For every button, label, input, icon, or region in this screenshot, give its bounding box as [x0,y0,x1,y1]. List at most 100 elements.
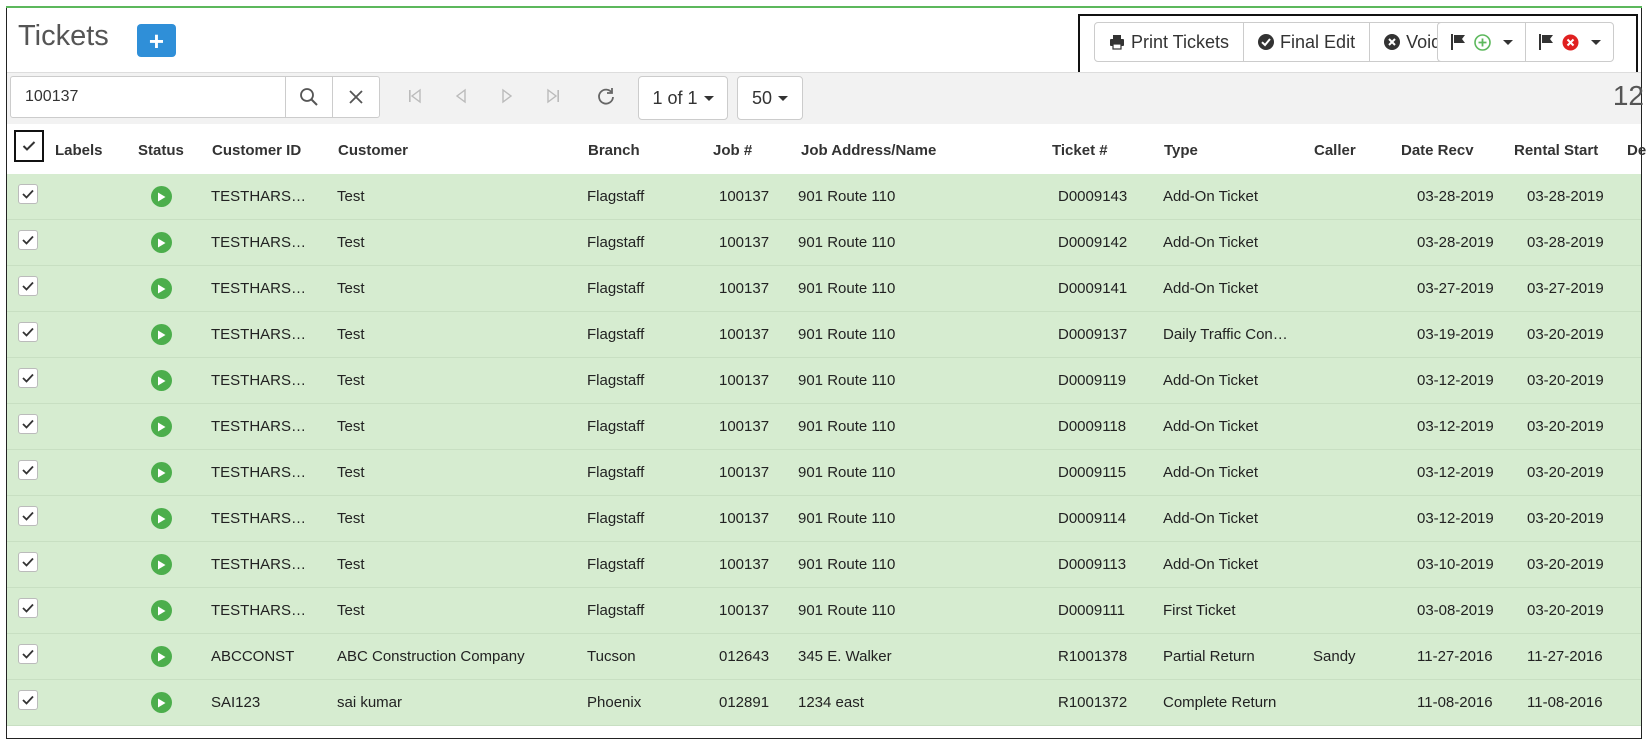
branch-cell: Tucson [587,648,636,665]
ticket-number-cell[interactable]: D0009113 [1058,556,1126,573]
column-header-customer-id[interactable]: Customer ID [212,142,301,159]
ticket-number-cell[interactable]: D0009119 [1058,372,1126,389]
row-checkbox[interactable] [18,690,38,710]
column-header-type[interactable]: Type [1164,142,1198,159]
chevron-down-icon [1503,39,1513,45]
column-header-truncated[interactable]: De [1627,142,1646,159]
date-recv-cell: 03-12-2019 [1417,418,1494,435]
column-header-job-address[interactable]: Job Address/Name [801,142,936,159]
table-row[interactable]: TESTHARS… Test Flagstaff 100137 901 Rout… [7,266,1641,312]
column-header-customer[interactable]: Customer [338,142,408,159]
first-page-button[interactable] [401,82,429,110]
job-address-cell: 901 Route 110 [798,280,896,297]
search-input[interactable]: 100137 [10,76,286,118]
customer-id-cell: TESTHARS… [211,372,307,389]
status-icon[interactable] [151,600,172,621]
last-page-button[interactable] [539,82,567,110]
rental-start-cell: 11-27-2016 [1527,648,1603,665]
row-checkbox[interactable] [18,644,38,664]
row-checkbox[interactable] [18,230,38,250]
date-recv-cell: 03-27-2019 [1417,280,1494,297]
ticket-number-cell[interactable]: D0009111 [1058,602,1125,619]
column-header-rental-start[interactable]: Rental Start [1514,142,1598,159]
row-checkbox[interactable] [18,598,38,618]
row-checkbox[interactable] [18,368,38,388]
type-cell: Daily Traffic Con… [1163,326,1288,343]
add-flag-dropdown[interactable] [1438,23,1526,61]
status-icon[interactable] [151,508,172,529]
status-icon[interactable] [151,278,172,299]
table-row[interactable]: TESTHARS… Test Flagstaff 100137 901 Rout… [7,358,1641,404]
ticket-number-cell[interactable]: R1001378 [1058,648,1127,665]
job-number-cell: 100137 [719,188,770,205]
table-row[interactable]: SAI123 sai kumar Phoenix 012891 1234 eas… [7,680,1641,726]
check-circle-icon [1258,34,1275,50]
job-address-cell: 901 Route 110 [798,326,896,343]
final-edit-button[interactable]: Final Edit [1244,23,1371,61]
checkmark-icon [22,235,34,245]
status-icon[interactable] [151,554,172,575]
refresh-button[interactable] [592,82,620,110]
column-header-branch[interactable]: Branch [588,142,640,159]
status-icon[interactable] [151,462,172,483]
table-row[interactable]: TESTHARS… Test Flagstaff 100137 901 Rout… [7,220,1641,266]
table-row[interactable]: TESTHARS… Test Flagstaff 100137 901 Rout… [7,450,1641,496]
job-address-cell: 901 Route 110 [798,188,896,205]
ticket-number-cell[interactable]: D0009115 [1058,464,1126,481]
ticket-number-cell[interactable]: D0009143 [1058,188,1127,205]
next-page-button[interactable] [493,82,521,110]
row-checkbox[interactable] [18,276,38,296]
search-button[interactable] [285,76,333,118]
column-header-status[interactable]: Status [138,142,184,159]
select-all-checkbox[interactable] [14,130,44,162]
clear-search-button[interactable] [332,76,380,118]
customer-id-cell: TESTHARS… [211,280,307,297]
row-checkbox[interactable] [18,184,38,204]
play-icon [158,606,166,615]
ticket-number-cell[interactable]: R1001372 [1058,694,1127,711]
column-header-ticket-number[interactable]: Ticket # [1052,142,1108,159]
page-selector[interactable]: 1 of 1 [638,76,728,120]
row-checkbox[interactable] [18,552,38,572]
ticket-number-cell[interactable]: D0009114 [1058,510,1126,527]
customer-id-cell: TESTHARS… [211,418,307,435]
column-header-caller[interactable]: Caller [1314,142,1356,159]
row-checkbox[interactable] [18,322,38,342]
page-size-selector[interactable]: 50 [737,76,803,120]
column-header-date-recv[interactable]: Date Recv [1401,142,1474,159]
ticket-number-cell[interactable]: D0009118 [1058,418,1126,435]
branch-cell: Flagstaff [587,188,645,205]
status-icon[interactable] [151,186,172,207]
ticket-number-cell[interactable]: D0009141 [1058,280,1127,297]
table-row[interactable]: TESTHARS… Test Flagstaff 100137 901 Rout… [7,588,1641,634]
customer-id-cell: TESTHARS… [211,556,307,573]
table-row[interactable]: TESTHARS… Test Flagstaff 100137 901 Rout… [7,496,1641,542]
table-row[interactable]: ABCCONST ABC Construction Company Tucson… [7,634,1641,680]
checkmark-icon [22,189,34,199]
row-checkbox[interactable] [18,414,38,434]
status-icon[interactable] [151,232,172,253]
print-tickets-button[interactable]: Print Tickets [1095,23,1245,61]
row-checkbox[interactable] [18,506,38,526]
remove-flag-dropdown[interactable] [1526,23,1613,61]
rental-start-cell: 03-27-2019 [1527,280,1604,297]
status-icon[interactable] [151,646,172,667]
status-icon[interactable] [151,416,172,437]
previous-icon [455,88,466,104]
row-checkbox[interactable] [18,460,38,480]
type-cell: Add-On Ticket [1163,510,1259,527]
status-icon[interactable] [151,324,172,345]
add-ticket-button[interactable]: + [137,24,176,57]
previous-page-button[interactable] [447,82,475,110]
table-row[interactable]: TESTHARS… Test Flagstaff 100137 901 Rout… [7,312,1641,358]
column-header-labels[interactable]: Labels [55,142,103,159]
table-row[interactable]: TESTHARS… Test Flagstaff 100137 901 Rout… [7,542,1641,588]
status-icon[interactable] [151,370,172,391]
flag-icon [1451,34,1465,50]
ticket-number-cell[interactable]: D0009142 [1058,234,1127,251]
ticket-number-cell[interactable]: D0009137 [1058,326,1127,343]
table-row[interactable]: TESTHARS… Test Flagstaff 100137 901 Rout… [7,404,1641,450]
status-icon[interactable] [151,692,172,713]
column-header-job-number[interactable]: Job # [713,142,752,159]
table-row[interactable]: TESTHARS… Test Flagstaff 100137 901 Rout… [7,174,1641,220]
